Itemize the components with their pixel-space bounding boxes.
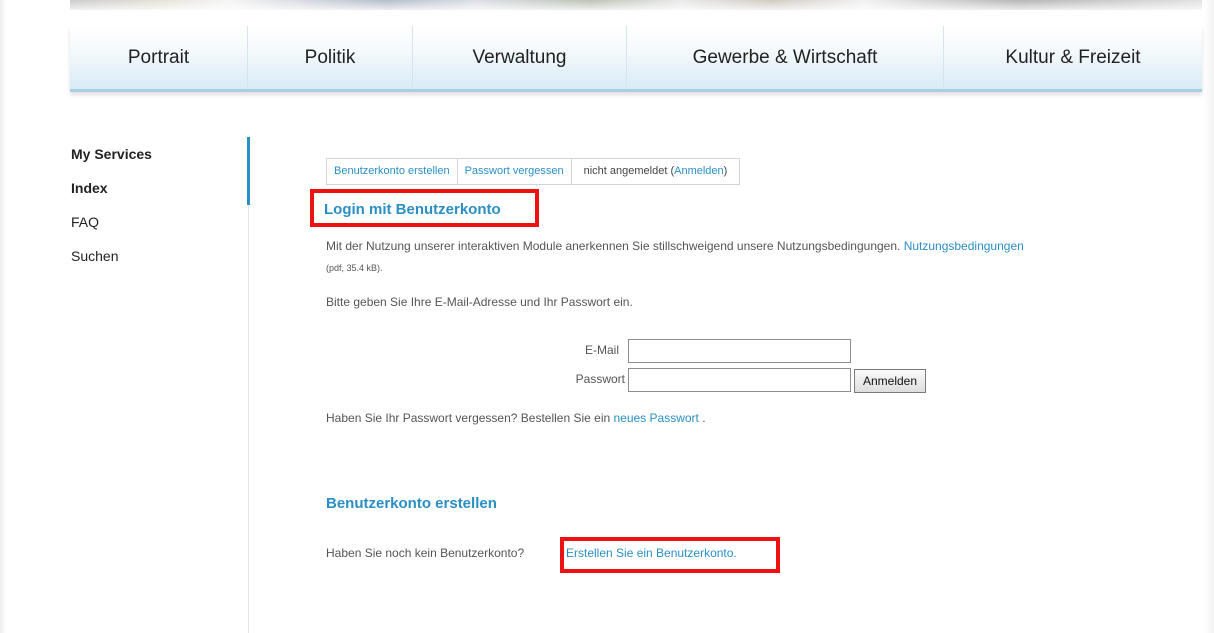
sidebar-divider xyxy=(248,205,249,633)
account-tabs: Benutzerkonto erstellen Passwort vergess… xyxy=(326,158,741,185)
sidebar-item-suchen[interactable]: Suchen xyxy=(70,239,250,273)
email-label: E-Mail xyxy=(584,343,619,357)
tab-forgot-password[interactable]: Passwort vergessen xyxy=(458,159,572,184)
nav-item-portrait[interactable]: Portrait xyxy=(70,26,248,89)
login-status-link[interactable]: Anmelden xyxy=(674,165,724,177)
forgot-text: Haben Sie Ihr Passwort vergessen? Bestel… xyxy=(326,411,614,425)
password-label: Passwort xyxy=(575,372,625,386)
forgot-suffix: . xyxy=(698,411,706,425)
create-account-heading: Benutzerkonto erstellen xyxy=(326,495,497,512)
sidebar-item-index[interactable]: Index xyxy=(70,171,250,205)
email-field[interactable] xyxy=(628,339,851,363)
forgot-password-paragraph: Haben Sie Ihr Passwort vergessen? Bestel… xyxy=(326,411,706,425)
nav-item-politik[interactable]: Politik xyxy=(248,26,413,89)
create-account-text: Haben Sie noch kein Benutzerkonto? xyxy=(326,546,525,560)
login-status-suffix: ) xyxy=(723,165,728,177)
nav-item-gewerbe-wirtschaft[interactable]: Gewerbe & Wirtschaft xyxy=(627,26,944,89)
new-password-link[interactable]: neues Passwort xyxy=(614,411,699,425)
sidebar: My Services Index FAQ Suchen xyxy=(70,137,250,273)
page-left-shadow xyxy=(0,0,6,633)
sidebar-item-my-services[interactable]: My Services xyxy=(70,137,250,171)
terms-text: Mit der Nutzung unserer interaktiven Mod… xyxy=(326,239,904,253)
main-content: Benutzerkonto erstellen Passwort vergess… xyxy=(318,158,1178,185)
nav-item-kultur-freizeit[interactable]: Kultur & Freizeit xyxy=(944,26,1202,89)
terms-paragraph: Mit der Nutzung unserer interaktiven Mod… xyxy=(326,238,1186,276)
tab-create-account[interactable]: Benutzerkonto erstellen xyxy=(327,159,458,184)
nav-item-verwaltung[interactable]: Verwaltung xyxy=(413,26,627,89)
login-status: nicht angemeldet (Anmelden) xyxy=(572,159,740,184)
login-instruction: Bitte geben Sie Ihre E-Mail-Adresse und … xyxy=(326,295,633,309)
terms-link[interactable]: Nutzungsbedingungen xyxy=(904,239,1024,253)
password-field[interactable] xyxy=(628,368,851,392)
login-heading: Login mit Benutzerkonto xyxy=(310,189,539,227)
terms-file-meta: (pdf, 35.4 kB). xyxy=(326,263,383,273)
create-account-link[interactable]: Erstellen Sie ein Benutzerkonto. xyxy=(566,546,737,560)
main-navigation: Portrait Politik Verwaltung Gewerbe & Wi… xyxy=(70,26,1202,92)
login-status-prefix: nicht angemeldet ( xyxy=(583,165,675,177)
sidebar-item-faq[interactable]: FAQ xyxy=(70,205,250,239)
banner-fade xyxy=(0,0,1214,12)
page-right-shadow xyxy=(1204,0,1214,633)
login-button[interactable]: Anmelden xyxy=(854,369,926,393)
